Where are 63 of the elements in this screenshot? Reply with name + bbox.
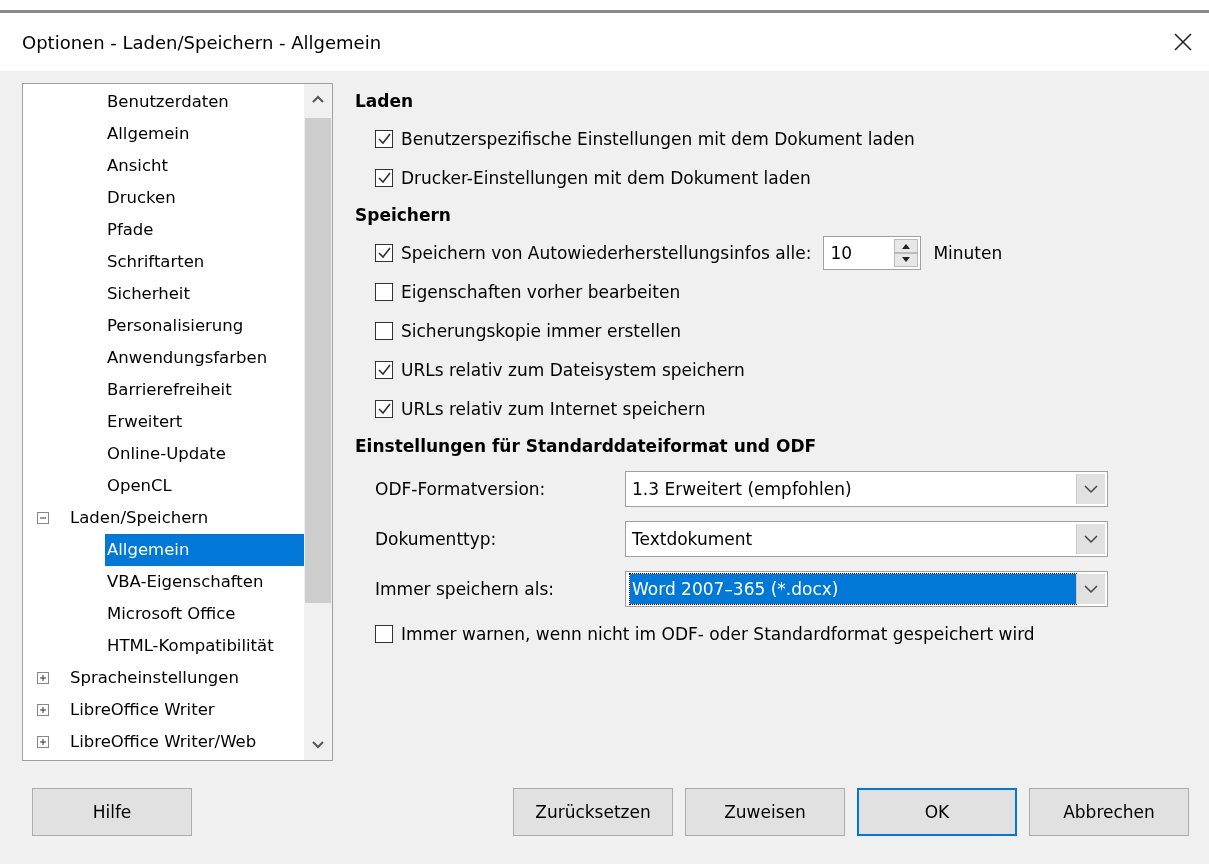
expand-icon[interactable] <box>37 736 49 748</box>
unit-label: Minuten <box>933 242 1003 263</box>
spin-arrows-icon[interactable] <box>894 238 919 267</box>
checkbox[interactable] <box>375 624 393 643</box>
checkbox[interactable] <box>375 243 393 262</box>
tree-item[interactable]: Schriftarten <box>105 246 304 278</box>
close-icon[interactable] <box>1173 32 1193 52</box>
section-heading: Speichern <box>355 205 452 225</box>
dialog-button[interactable]: Zurücksetzen <box>513 788 673 836</box>
field-label: Immer speichern als: <box>375 579 555 599</box>
checkbox[interactable] <box>375 399 393 418</box>
tree-item[interactable]: Online-Update <box>105 438 304 470</box>
tree-item[interactable]: Laden/Speichern <box>68 502 304 534</box>
checkbox[interactable] <box>375 129 393 148</box>
expand-icon[interactable] <box>37 672 49 684</box>
tree-item[interactable]: HTML-Kompatibilität <box>105 630 304 662</box>
dialog-button[interactable]: Zuweisen <box>685 788 845 836</box>
window-title: Optionen - Laden/Speichern - Allgemein <box>22 31 382 53</box>
tree-item[interactable]: Ansicht <box>105 150 304 182</box>
tree-item[interactable]: Allgemein <box>105 534 304 566</box>
spin-field[interactable]: 10 <box>823 235 922 270</box>
scroll-up-icon[interactable] <box>311 94 325 104</box>
field-label: Dokumenttyp: <box>375 529 498 549</box>
tree-item[interactable]: Barrierefreiheit <box>105 374 304 406</box>
field-label: ODF-Formatversion: <box>375 479 547 499</box>
tree-item[interactable]: Pfade <box>105 214 304 246</box>
tree-item[interactable]: Sicherheit <box>105 278 304 310</box>
checkbox-label[interactable]: Benutzerspezifische Einstellungen mit dem Dokument laden <box>401 128 915 149</box>
checkbox[interactable] <box>375 282 393 301</box>
checkbox[interactable] <box>375 360 393 379</box>
tree-item[interactable]: Erweitert <box>105 406 304 438</box>
tree-item[interactable]: Microsoft Office <box>105 598 304 630</box>
collapse-icon[interactable] <box>37 512 49 524</box>
section-heading: Einstellungen für Standarddateiformat und ODF <box>355 436 818 456</box>
checkbox-label[interactable]: Immer warnen, wenn nicht im ODF- oder Standardformat gespeichert wird <box>401 623 1035 644</box>
section-heading: Laden <box>355 91 415 111</box>
tree-item[interactable]: Spracheinstellungen <box>68 662 304 694</box>
checkbox[interactable] <box>375 168 393 187</box>
scroll-down-icon[interactable] <box>311 740 325 750</box>
tree-item[interactable]: OpenCL <box>105 470 304 502</box>
tree-item[interactable]: Drucken <box>105 182 304 214</box>
dropdown[interactable]: 1.3 Erweitert (empfohlen) <box>625 471 1108 507</box>
tree-item[interactable]: LibreOffice Writer <box>68 694 304 726</box>
checkbox-label[interactable]: Drucker-Einstellungen mit dem Dokument laden <box>401 167 811 188</box>
help-button[interactable]: Hilfe <box>32 788 192 836</box>
tree-item[interactable]: Benutzerdaten <box>105 86 304 118</box>
tree-item[interactable]: VBA-Eigenschaften <box>105 566 304 598</box>
dropdown[interactable]: Word 2007–365 (*.docx) <box>625 571 1108 607</box>
dialog-button[interactable]: Abbrechen <box>1029 788 1189 836</box>
checkbox[interactable] <box>375 321 393 340</box>
tree-item[interactable]: Allgemein <box>105 118 304 150</box>
checkbox-label[interactable]: URLs relativ zum Internet speichern <box>401 398 706 419</box>
checkbox-label[interactable]: Eigenschaften vorher bearbeiten <box>401 281 681 302</box>
checkbox-label[interactable]: Sicherungskopie immer erstellen <box>401 320 682 341</box>
scrollbar-thumb[interactable] <box>305 118 331 603</box>
tree-item[interactable]: LibreOffice Writer/Web <box>68 726 304 758</box>
expand-icon[interactable] <box>37 704 49 716</box>
dropdown[interactable]: Textdokument <box>625 521 1108 557</box>
checkbox-label[interactable]: URLs relativ zum Dateisystem speichern <box>401 359 745 380</box>
tree-item[interactable]: Anwendungsfarben <box>105 342 304 374</box>
tree-item[interactable]: Personalisierung <box>105 310 304 342</box>
dialog-button[interactable]: OK <box>857 788 1017 836</box>
checkbox-label[interactable]: Speichern von Autowiederherstellungsinfos alle: <box>401 242 812 263</box>
